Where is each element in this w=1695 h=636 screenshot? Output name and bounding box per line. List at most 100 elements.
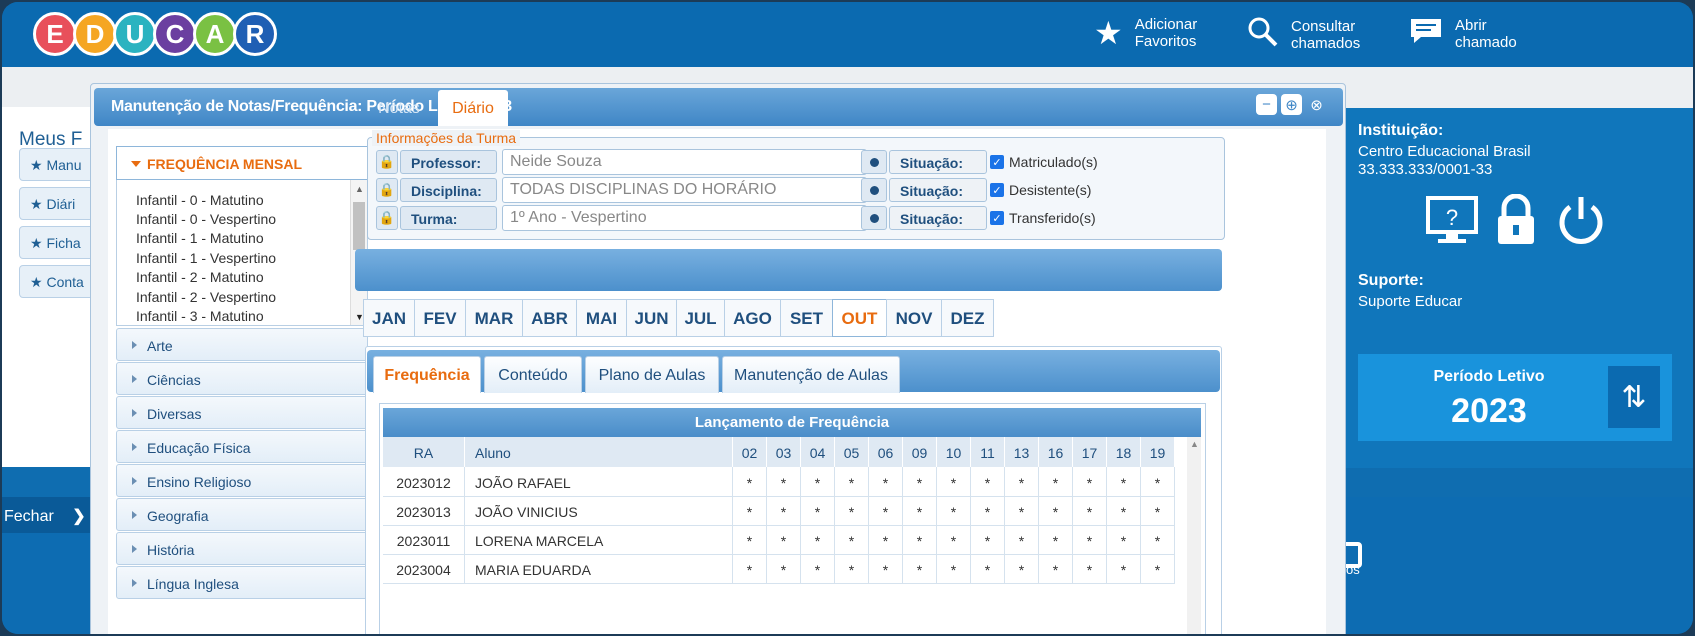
attendance-cell[interactable]: * <box>869 554 903 584</box>
close-icon[interactable]: ⊗ <box>1306 94 1327 115</box>
attendance-cell[interactable]: * <box>937 525 971 555</box>
grid-scrollbar[interactable]: ▲ <box>1187 437 1201 634</box>
attendance-cell[interactable]: * <box>733 525 767 555</box>
month-jan-button[interactable]: JAN <box>363 299 415 337</box>
lock-icon[interactable]: 🔒 <box>376 178 398 202</box>
situation-toggle[interactable] <box>861 178 887 202</box>
month-ago-button[interactable]: AGO <box>724 299 781 337</box>
scroll-up-icon[interactable]: ▲ <box>1190 439 1199 449</box>
attendance-cell[interactable]: * <box>903 467 937 497</box>
attendance-cell[interactable]: * <box>1039 554 1073 584</box>
subject-item[interactable]: História <box>116 532 368 565</box>
subject-item[interactable]: Educação Física <box>116 430 368 463</box>
class-field[interactable]: 1º Ano - Vespertino <box>502 205 867 231</box>
class-item[interactable]: Infantil - 2 - Vespertino <box>136 289 276 305</box>
attendance-cell[interactable]: * <box>1073 496 1107 526</box>
lock-icon[interactable]: 🔒 <box>376 206 398 230</box>
lock-icon[interactable] <box>1494 193 1538 251</box>
attendance-cell[interactable]: * <box>801 525 835 555</box>
minimize-icon[interactable]: − <box>1256 94 1277 115</box>
class-item[interactable]: Infantil - 3 - Matutino <box>136 308 264 324</box>
month-jul-button[interactable]: JUL <box>676 299 725 337</box>
attendance-cell[interactable]: * <box>903 525 937 555</box>
add-favorites-button[interactable]: ★ Adicionar Favoritos <box>1094 16 1197 50</box>
attendance-cell[interactable]: * <box>937 554 971 584</box>
attendance-cell[interactable]: * <box>1005 467 1039 497</box>
scroll-thumb[interactable] <box>353 202 365 250</box>
tab-notas[interactable]: Notas <box>361 90 437 126</box>
attendance-cell[interactable]: * <box>767 467 801 497</box>
class-list[interactable]: Infantil - 0 - Matutino Infantil - 0 - V… <box>116 180 368 326</box>
class-item[interactable]: Infantil - 1 - Vespertino <box>136 250 276 266</box>
tab-diario[interactable]: Diário <box>438 90 508 126</box>
situation-toggle[interactable] <box>861 150 887 174</box>
month-abr-button[interactable]: ABR <box>522 299 577 337</box>
close-bar-button[interactable]: Fechar ❯ <box>2 497 92 533</box>
subject-item[interactable]: Geografia <box>116 498 368 531</box>
attendance-cell[interactable]: * <box>869 525 903 555</box>
attendance-cell[interactable]: * <box>1039 496 1073 526</box>
open-ticket-button[interactable]: Abrir chamado <box>1409 16 1517 51</box>
power-icon[interactable] <box>1556 194 1606 251</box>
maximize-icon[interactable]: ⊕ <box>1281 94 1302 115</box>
attendance-cell[interactable]: * <box>1005 554 1039 584</box>
subject-item[interactable]: Arte <box>116 328 368 361</box>
attendance-cell[interactable]: * <box>1141 467 1175 497</box>
attendance-cell[interactable]: * <box>1141 525 1175 555</box>
month-jun-button[interactable]: JUN <box>626 299 677 337</box>
attendance-cell[interactable]: * <box>869 496 903 526</box>
attendance-cell[interactable]: * <box>1141 496 1175 526</box>
attendance-cell[interactable]: * <box>733 496 767 526</box>
attendance-cell[interactable]: * <box>1107 467 1141 497</box>
favorite-item[interactable]: ★ Conta <box>19 265 99 298</box>
attendance-cell[interactable]: * <box>903 496 937 526</box>
favorite-item[interactable]: ★ Manu <box>19 148 99 181</box>
attendance-cell[interactable]: * <box>1073 525 1107 555</box>
attendance-cell[interactable]: * <box>801 496 835 526</box>
lock-icon[interactable]: 🔒 <box>376 150 398 174</box>
attendance-cell[interactable]: * <box>733 554 767 584</box>
enrolled-checkbox[interactable]: ✓ <box>990 155 1004 169</box>
situation-toggle[interactable] <box>861 206 887 230</box>
consult-tickets-button[interactable]: Consultar chamados <box>1247 16 1360 53</box>
tab-plano-de-aulas[interactable]: Plano de Aulas <box>585 356 719 393</box>
attendance-cell[interactable]: * <box>937 467 971 497</box>
educar-logo[interactable]: EDUCAR <box>33 12 277 56</box>
attendance-cell[interactable]: * <box>971 525 1005 555</box>
attendance-cell[interactable]: * <box>937 496 971 526</box>
monthly-frequency-header[interactable]: FREQUÊNCIA MENSAL <box>116 146 368 180</box>
subject-item[interactable]: Língua Inglesa <box>116 566 368 599</box>
professor-field[interactable]: Neide Souza <box>502 149 867 175</box>
attendance-cell[interactable]: * <box>1107 554 1141 584</box>
attendance-cell[interactable]: * <box>767 496 801 526</box>
attendance-cell[interactable]: * <box>1039 525 1073 555</box>
attendance-cell[interactable]: * <box>835 554 869 584</box>
attendance-cell[interactable]: * <box>869 467 903 497</box>
attendance-cell[interactable]: * <box>767 554 801 584</box>
attendance-cell[interactable]: * <box>1141 554 1175 584</box>
month-fev-button[interactable]: FEV <box>414 299 466 337</box>
attendance-cell[interactable]: * <box>903 554 937 584</box>
class-item[interactable]: Infantil - 2 - Matutino <box>136 269 264 285</box>
attendance-cell[interactable]: * <box>971 554 1005 584</box>
switch-period-button[interactable]: ⇅ <box>1608 366 1660 428</box>
favorite-item[interactable]: ★ Diári <box>19 187 99 220</box>
transferred-checkbox[interactable]: ✓ <box>990 211 1004 225</box>
month-out-button[interactable]: OUT <box>832 299 887 337</box>
month-mai-button[interactable]: MAI <box>576 299 627 337</box>
month-nov-button[interactable]: NOV <box>886 299 942 337</box>
tab-conteudo[interactable]: Conteúdo <box>484 356 582 393</box>
class-item[interactable]: Infantil - 1 - Matutino <box>136 230 264 246</box>
tab-frequencia[interactable]: Frequência <box>373 356 481 393</box>
class-item[interactable]: Infantil - 0 - Matutino <box>136 192 264 208</box>
attendance-cell[interactable]: * <box>1039 467 1073 497</box>
tab-manutencao-de-aulas[interactable]: Manutenção de Aulas <box>722 356 900 393</box>
attendance-cell[interactable]: * <box>1073 467 1107 497</box>
attendance-cell[interactable]: * <box>801 554 835 584</box>
attendance-cell[interactable]: * <box>1005 525 1039 555</box>
attendance-cell[interactable]: * <box>1107 496 1141 526</box>
dropout-checkbox[interactable]: ✓ <box>990 183 1004 197</box>
scroll-up-icon[interactable]: ▲ <box>355 184 364 194</box>
subject-item[interactable]: Ensino Religioso <box>116 464 368 497</box>
month-mar-button[interactable]: MAR <box>465 299 523 337</box>
